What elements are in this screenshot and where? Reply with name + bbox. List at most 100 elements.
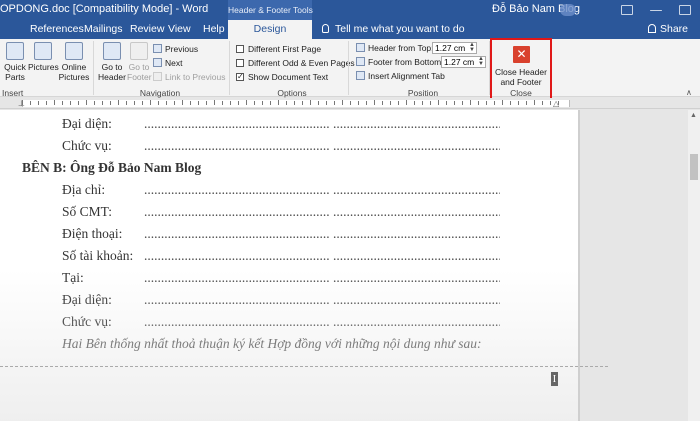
ruler-tick xyxy=(334,101,335,105)
doc-line-hai-ben: Hai Bên thống nhất thoả thuận ký kết Hợp… xyxy=(62,336,482,351)
doc-line-dai-dien-a: Đại diện: xyxy=(62,116,112,131)
ruler-tick xyxy=(318,101,319,105)
tab-review[interactable]: Review xyxy=(130,23,164,35)
ruler-tick xyxy=(542,101,543,105)
link-to-previous-label: Link to Previous xyxy=(165,72,226,82)
ruler-tick xyxy=(510,101,511,105)
horizontal-ruler[interactable]: ⊥ △ xyxy=(0,98,700,109)
ruler-tick xyxy=(198,101,199,105)
ruler-tick xyxy=(494,101,495,105)
ruler-tick xyxy=(134,101,135,105)
scrollbar-thumb[interactable] xyxy=(690,154,698,180)
spin-arrows-icon[interactable]: ▲ ▼ xyxy=(469,42,475,53)
next-label: Next xyxy=(165,58,183,68)
previous-icon xyxy=(153,44,162,53)
checkbox-box xyxy=(236,59,244,67)
footer-from-bottom-input[interactable]: 1.27 cm ▲ ▼ xyxy=(441,56,486,68)
ruler-tick xyxy=(278,100,279,105)
ruler-tick xyxy=(230,101,231,105)
vertical-scrollbar[interactable]: ▲ xyxy=(688,110,700,421)
ruler-tick xyxy=(222,101,223,105)
title-bar: OPDONG.doc [Compatibility Mode] - Word H… xyxy=(0,0,700,20)
collapse-ribbon-icon[interactable]: ∧ xyxy=(686,88,692,97)
group-label-close: Close xyxy=(510,88,532,98)
tell-me-search[interactable]: Tell me what you want to do xyxy=(322,23,465,35)
show-document-text-checkbox[interactable]: Show Document Text xyxy=(236,71,328,83)
different-odd-even-checkbox[interactable]: Different Odd & Even Pages xyxy=(236,57,355,69)
ruler-tick xyxy=(350,101,351,105)
ruler-tick xyxy=(526,101,527,105)
ruler-tick xyxy=(86,100,87,105)
close-header-footer-button[interactable]: ✕ Close Header and Footer Close xyxy=(490,38,552,101)
footer-separator xyxy=(0,366,608,367)
ruler-ticks xyxy=(22,98,570,109)
link-to-previous-button[interactable]: Link to Previous xyxy=(153,71,225,83)
quick-parts-icon xyxy=(6,42,24,60)
person-icon xyxy=(648,24,656,33)
ruler-tick xyxy=(414,101,415,105)
ruler-tick xyxy=(478,101,479,105)
group-divider xyxy=(93,41,94,95)
avatar[interactable] xyxy=(560,4,576,16)
online-pictures-icon xyxy=(65,42,83,60)
quick-parts-button[interactable]: Quick Parts xyxy=(2,42,28,82)
ruler-tick xyxy=(118,100,119,105)
insert-alignment-tab-button[interactable]: Insert Alignment Tab xyxy=(356,71,445,81)
ruler-tick xyxy=(238,101,239,105)
share-button[interactable]: Share xyxy=(648,23,688,35)
different-first-page-checkbox[interactable]: Different First Page xyxy=(236,43,321,55)
ruler-tick xyxy=(254,101,255,105)
right-indent-marker-icon[interactable]: △ xyxy=(553,99,559,108)
restore-icon[interactable] xyxy=(679,5,692,15)
ruler-tick xyxy=(78,101,79,105)
tab-mailings[interactable]: Mailings xyxy=(84,23,123,35)
ruler-tick xyxy=(158,101,159,105)
go-to-footer-button[interactable]: Go to Footer xyxy=(127,42,152,82)
header-from-top-input[interactable]: 1.27 cm ▲ ▼ xyxy=(432,42,477,54)
ruler-tick xyxy=(190,101,191,105)
ruler-tick xyxy=(398,101,399,105)
doc-line-tai: Tại: xyxy=(62,270,84,285)
different-first-page-label: Different First Page xyxy=(248,44,322,54)
ruler-tick xyxy=(246,100,247,105)
ruler-tick xyxy=(470,100,471,105)
ribbon-tabs: References Mailings Review View Help Des… xyxy=(0,20,700,39)
tab-references[interactable]: References xyxy=(30,23,84,35)
doc-line-dien-thoai: Điện thoại: xyxy=(62,226,123,241)
checkbox-box-checked xyxy=(236,71,244,83)
tab-view[interactable]: View xyxy=(168,23,191,35)
minimize-icon[interactable] xyxy=(649,9,662,11)
close-header-footer-label: Close Header and Footer xyxy=(495,67,547,87)
document-area: Đại diện: ..............................… xyxy=(0,110,700,421)
document-page[interactable]: Đại diện: ..............................… xyxy=(0,110,578,421)
group-divider xyxy=(229,41,230,95)
go-to-header-button[interactable]: Go to Header xyxy=(97,42,127,82)
ruler-tick xyxy=(390,101,391,105)
ruler-tick xyxy=(382,101,383,105)
doc-line-ben-b: BÊN B: Ông Đỗ Bảo Nam Blog xyxy=(22,160,202,175)
scroll-up-icon[interactable]: ▲ xyxy=(690,112,697,119)
ruler-tick xyxy=(270,101,271,105)
ruler-tick xyxy=(358,101,359,105)
footer-from-bottom-value: 1.27 cm xyxy=(444,57,475,67)
close-icon: ✕ xyxy=(513,46,530,63)
next-button[interactable]: Next xyxy=(153,57,182,69)
tab-help[interactable]: Help xyxy=(203,23,225,35)
ruler-tick xyxy=(342,100,343,105)
show-document-text-label: Show Document Text xyxy=(248,72,329,82)
previous-button[interactable]: Previous xyxy=(153,43,198,55)
ruler-tick xyxy=(30,101,31,105)
ribbon-display-options-icon[interactable] xyxy=(620,5,633,15)
contextual-tools-label: Header & Footer Tools xyxy=(228,0,313,20)
ruler-tick xyxy=(438,100,439,105)
group-label-insert: Insert xyxy=(2,88,24,98)
tab-design[interactable]: Design xyxy=(228,20,312,39)
left-indent-marker-icon[interactable]: ⊥ xyxy=(18,99,25,108)
pictures-button[interactable]: Pictures xyxy=(28,42,59,72)
ruler-tick xyxy=(262,101,263,105)
online-pictures-button[interactable]: Online Pictures xyxy=(58,42,90,82)
header-from-top-value: 1.27 cm xyxy=(435,43,466,53)
ruler-tick xyxy=(62,101,63,105)
go-to-header-icon xyxy=(103,42,121,60)
spin-arrows-icon[interactable]: ▲ ▼ xyxy=(478,56,484,67)
